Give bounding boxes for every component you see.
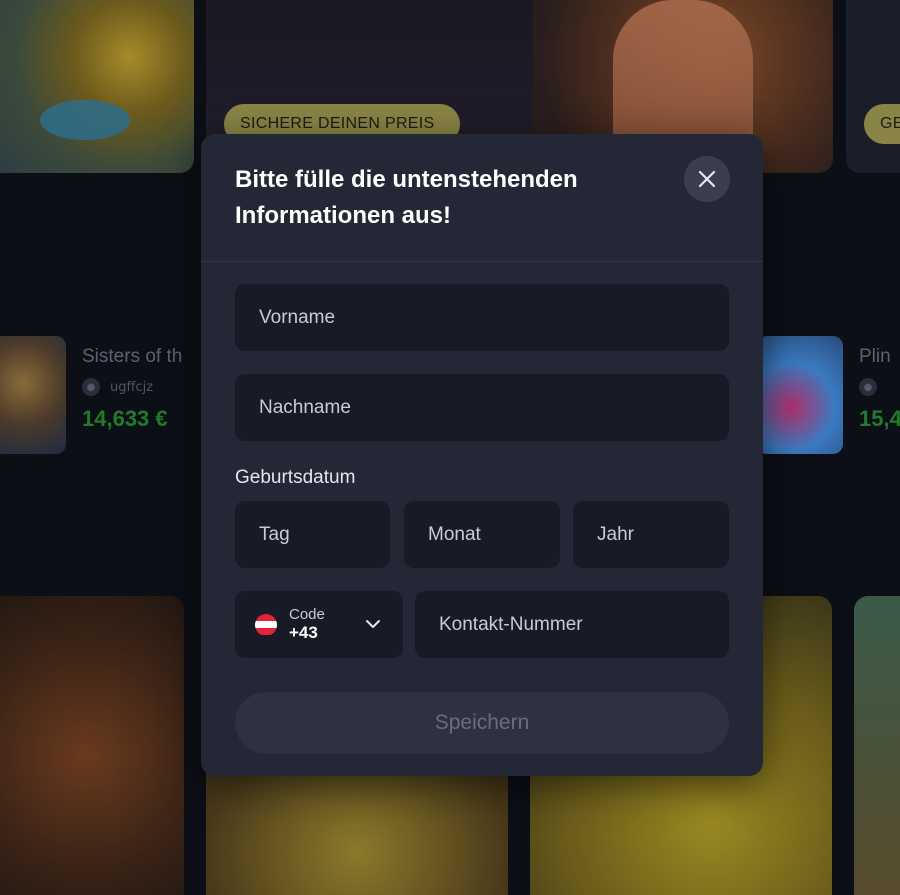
chevron-down-icon <box>366 620 380 628</box>
win-amount: 15,4 <box>859 406 900 431</box>
first-name-input[interactable]: Vorname <box>235 284 729 351</box>
birthdate-label: Geburtsdatum <box>235 467 356 488</box>
game-name: Plin <box>859 346 891 367</box>
phone-code-label: Code <box>289 606 325 624</box>
close-icon <box>698 170 716 188</box>
recent-win-right[interactable]: Plin ● 15,4 <box>757 336 900 454</box>
user-icon: ● <box>82 378 100 396</box>
modal-header: Bitte fülle die untenstehenden Informati… <box>201 134 763 262</box>
year-placeholder: Jahr <box>597 523 634 545</box>
last-name-placeholder: Nachname <box>259 396 351 418</box>
month-placeholder: Monat <box>428 523 481 545</box>
info-modal: Bitte fülle die untenstehenden Informati… <box>201 134 763 776</box>
win-amount: 14,633 € <box>82 406 168 431</box>
game-thumbnail <box>757 336 843 454</box>
birth-year-input[interactable]: Jahr <box>573 501 729 568</box>
game-username: ugffcjz <box>110 379 154 395</box>
birth-day-input[interactable]: Tag <box>235 501 390 568</box>
game-tile-top-far[interactable] <box>846 0 900 173</box>
game-tile-top-left[interactable] <box>0 0 194 173</box>
last-name-input[interactable]: Nachname <box>235 374 729 441</box>
birth-month-input[interactable]: Monat <box>404 501 560 568</box>
austria-flag-icon <box>255 613 277 636</box>
phone-placeholder: Kontakt-Nummer <box>439 613 583 635</box>
game-name: Sisters of th <box>82 346 183 367</box>
game-thumbnail <box>0 336 66 454</box>
close-button[interactable] <box>684 156 730 202</box>
phone-code-value: +43 <box>289 623 318 643</box>
promo-button-partial[interactable]: GE <box>864 104 900 144</box>
game-tile-bottom-1[interactable] <box>0 596 184 895</box>
phone-code-select[interactable]: Code +43 <box>235 591 403 658</box>
phone-number-input[interactable]: Kontakt-Nummer <box>415 591 729 658</box>
save-button[interactable]: Speichern <box>235 692 729 754</box>
first-name-placeholder: Vorname <box>259 306 336 328</box>
day-placeholder: Tag <box>259 523 290 545</box>
modal-title: Bitte fülle die untenstehenden Informati… <box>235 166 578 229</box>
game-tile-bottom-4[interactable] <box>854 596 900 895</box>
user-icon: ● <box>859 378 877 396</box>
recent-win-left[interactable]: Sisters of th ● ugffcjz 14,633 € <box>0 336 182 454</box>
